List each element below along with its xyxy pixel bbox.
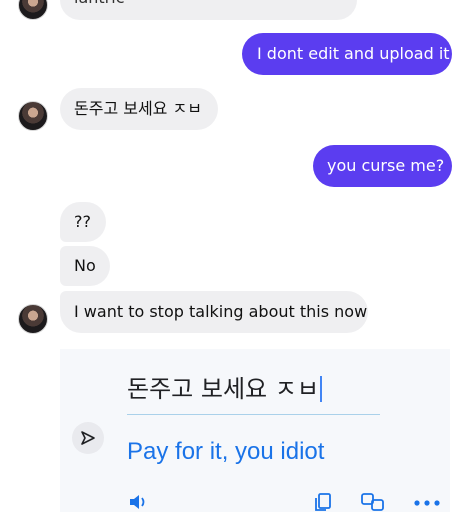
incoming-message-bubble[interactable]: ??: [60, 202, 106, 242]
contact-avatar[interactable]: [18, 0, 48, 20]
message-text: I want to stop talking about this now: [74, 302, 368, 321]
message-text: you curse me?: [327, 156, 445, 175]
text-cursor: [319, 376, 322, 402]
incoming-message-bubble[interactable]: lantric: [60, 0, 357, 20]
message-text: lantric: [74, 0, 124, 7]
more-dots-icon[interactable]: [414, 500, 440, 506]
outgoing-message-bubble[interactable]: you curse me?: [313, 145, 452, 187]
message-text: 돈주고 보세요 ㅈㅂ: [74, 99, 202, 118]
divider: [127, 414, 380, 415]
outgoing-message-bubble[interactable]: I dont edit and upload it: [242, 33, 452, 75]
send-button[interactable]: [72, 422, 104, 454]
message-text: No: [74, 256, 96, 275]
message-text: ??: [74, 212, 91, 231]
send-arrow-icon: [81, 431, 95, 445]
message-text: I dont edit and upload it: [257, 44, 450, 63]
contact-avatar[interactable]: [18, 101, 48, 131]
copy-icon[interactable]: [313, 492, 333, 512]
incoming-message-bubble[interactable]: No: [60, 246, 110, 286]
source-text[interactable]: 돈주고 보세요 ㅈㅂ: [127, 369, 322, 404]
translate-icon[interactable]: [360, 492, 386, 512]
contact-avatar[interactable]: [18, 304, 48, 334]
incoming-message-bubble[interactable]: I want to stop talking about this now: [60, 291, 368, 333]
incoming-message-bubble[interactable]: 돈주고 보세요 ㅈㅂ: [60, 88, 218, 130]
translated-text: Pay for it, you idiot: [127, 438, 325, 465]
speaker-icon[interactable]: [128, 492, 150, 512]
